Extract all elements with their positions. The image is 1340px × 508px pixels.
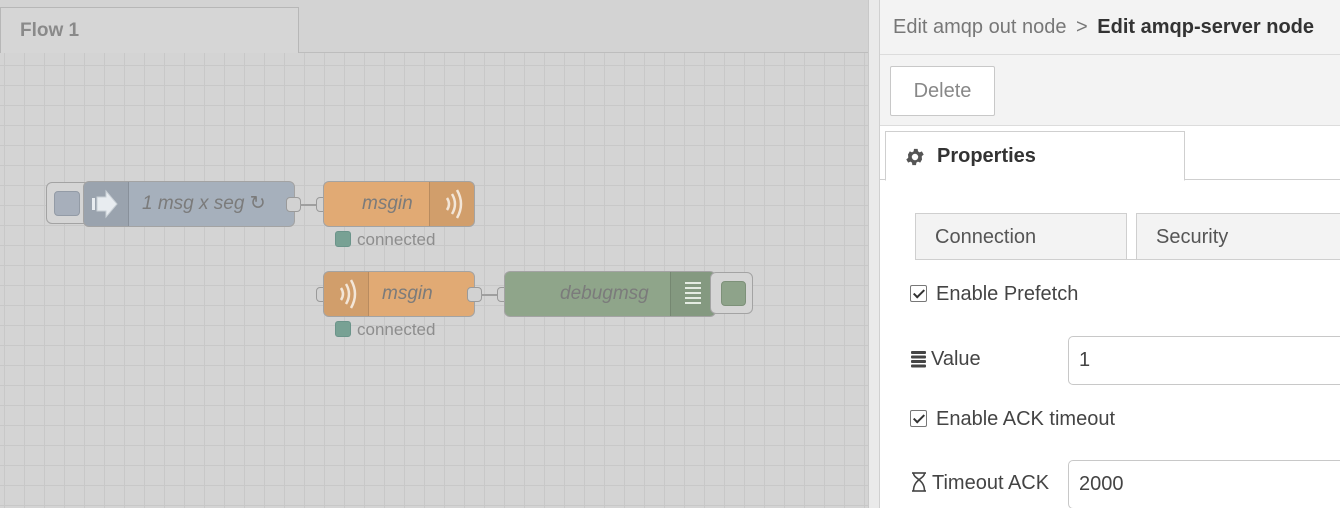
- msgin-bottom-status: connected: [335, 320, 435, 340]
- breadcrumb-parent[interactable]: Edit amqp out node: [893, 16, 1066, 38]
- debug-node[interactable]: debugmsg: [504, 271, 716, 317]
- enable-ack-timeout-checkbox[interactable]: [910, 410, 927, 427]
- breadcrumb: Edit amqp out node > Edit amqp-server no…: [893, 16, 1314, 39]
- breadcrumb-current: Edit amqp-server node: [1097, 16, 1314, 38]
- tab-properties-label: Properties: [937, 145, 1036, 167]
- inject-node-label: 1 msg x seg ↻: [142, 193, 266, 214]
- tab-connection[interactable]: Connection: [915, 213, 1127, 260]
- inject-node[interactable]: 1 msg x seg ↻: [83, 181, 295, 227]
- msgin-top-status-text: connected: [357, 230, 436, 249]
- msgin-bottom-status-text: connected: [357, 320, 436, 339]
- subtab-divider: [915, 259, 1340, 260]
- enable-ack-timeout-label: Enable ACK timeout: [936, 408, 1115, 430]
- status-dot-icon: [335, 231, 351, 247]
- enable-prefetch-label: Enable Prefetch: [936, 283, 1079, 305]
- timeout-ack-input[interactable]: [1068, 460, 1340, 508]
- msgin-top-label: msgin: [362, 193, 413, 214]
- tray-tabs: Properties: [880, 126, 1340, 181]
- tab-connection-label: Connection: [935, 226, 1037, 248]
- enable-ack-timeout-row[interactable]: Enable ACK timeout: [910, 408, 1115, 431]
- enable-prefetch-row[interactable]: Enable Prefetch: [910, 283, 1078, 306]
- status-dot-icon: [335, 321, 351, 337]
- value-input[interactable]: [1068, 336, 1340, 385]
- inject-output-port[interactable]: [286, 197, 301, 212]
- tab-properties[interactable]: Properties: [885, 131, 1185, 181]
- msgin-bottom-node[interactable]: msgin: [323, 271, 475, 317]
- debug-toggle-button[interactable]: [710, 272, 753, 314]
- msgin-top-node[interactable]: msgin: [323, 181, 475, 227]
- flow-tab-label: Flow 1: [20, 20, 80, 41]
- tab-security-label: Security: [1156, 226, 1229, 248]
- delete-button[interactable]: Delete: [890, 66, 995, 116]
- value-label: Value: [931, 348, 981, 370]
- debug-node-label: debugmsg: [560, 283, 649, 304]
- gear-icon: [906, 148, 924, 166]
- hourglass-icon: [912, 472, 926, 492]
- wifi-waves-icon: [429, 182, 474, 226]
- tab-security[interactable]: Security: [1136, 213, 1340, 260]
- timeout-ack-label: Timeout ACK: [932, 472, 1050, 494]
- enable-prefetch-checkbox[interactable]: [910, 285, 927, 302]
- timeout-ack-label-row: Timeout ACK: [910, 472, 1049, 495]
- tray-resize-handle[interactable]: [868, 0, 880, 508]
- msgin-bottom-output-port[interactable]: [467, 287, 482, 302]
- edit-tray: Edit amqp out node > Edit amqp-server no…: [880, 0, 1340, 508]
- wifi-waves-icon: [324, 272, 369, 316]
- tab-flow-1[interactable]: Flow 1: [0, 7, 299, 54]
- database-icon: [911, 351, 926, 368]
- list-icon: [670, 272, 715, 316]
- flow-tab-bar: Flow 1: [0, 0, 868, 54]
- breadcrumb-separator: >: [1076, 16, 1088, 38]
- flow-canvas[interactable]: 1 msg x seg ↻ msgin connected msgin conn…: [0, 53, 868, 508]
- flow-workspace[interactable]: Flow 1 1 msg x seg ↻ msgin connected msg…: [0, 0, 868, 508]
- tray-header: Edit amqp out node > Edit amqp-server no…: [880, 0, 1340, 55]
- tray-toolbar: Delete: [880, 55, 1340, 126]
- msgin-top-status: connected: [335, 230, 435, 250]
- arrow-right-icon: [84, 182, 129, 226]
- msgin-bottom-label: msgin: [382, 283, 433, 304]
- value-label-row: Value: [910, 348, 981, 371]
